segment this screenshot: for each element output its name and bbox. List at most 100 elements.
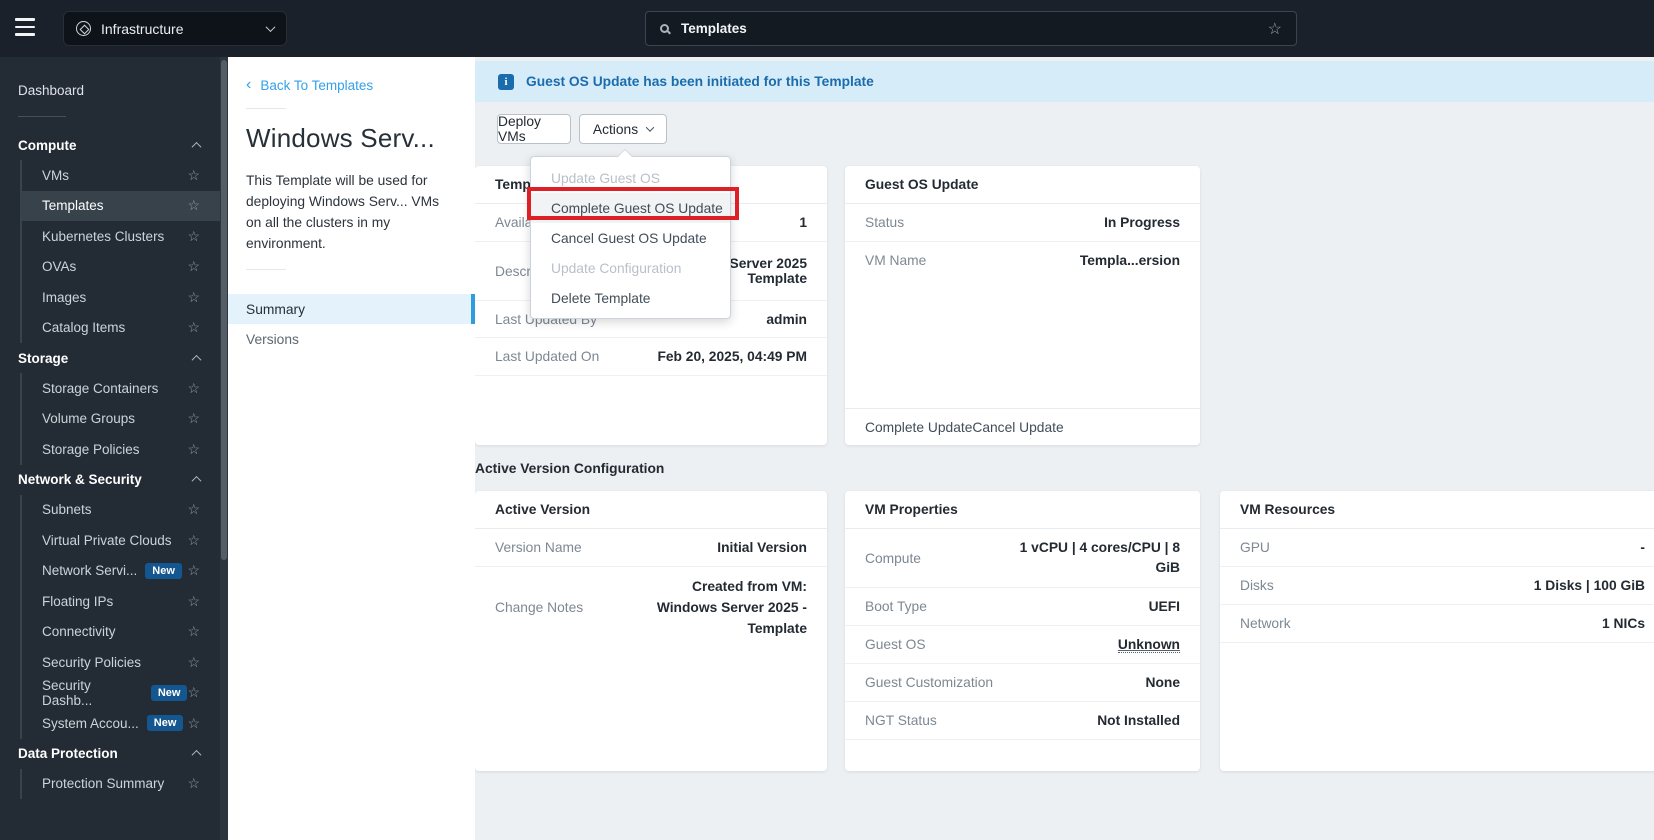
sidebar-item-network-services[interactable]: Network Servi... New ☆: [22, 556, 220, 587]
field-value: 1 Disks | 100 GiB: [1533, 578, 1645, 593]
sidebar-item-security-policies[interactable]: Security Policies ☆: [22, 647, 220, 678]
sidebar-item-volume-groups[interactable]: Volume Groups ☆: [22, 404, 220, 435]
sidebar-item-virtual-private-clouds[interactable]: Virtual Private Clouds ☆: [22, 525, 220, 556]
field-label: Disks: [1240, 578, 1274, 593]
sidebar-item-label: Protection Summary: [42, 776, 165, 792]
section-label: Network & Security: [18, 472, 142, 487]
info-banner: i Guest OS Update has been initiated for…: [475, 61, 1654, 102]
field-value: None: [1145, 675, 1181, 690]
sidebar-item-label: Subnets: [42, 502, 92, 518]
favorite-star-icon[interactable]: ☆: [187, 410, 200, 427]
sidebar-section-storage[interactable]: Storage: [0, 343, 220, 373]
sidebar-item-security-dashboard[interactable]: Security Dashb... New ☆: [22, 678, 220, 709]
sidebar-section-network-security[interactable]: Network & Security: [0, 465, 220, 495]
sidebar-section-data-protection[interactable]: Data Protection: [0, 739, 220, 769]
chevron-up-icon: [191, 749, 202, 760]
sidebar-item-label: Templates: [42, 198, 104, 214]
favorite-star-icon[interactable]: ☆: [187, 197, 200, 214]
favorite-star-icon[interactable]: ☆: [187, 228, 200, 245]
sidebar-item-system-accounts[interactable]: System Accou... New ☆: [22, 708, 220, 739]
menu-item-label: Cancel Guest OS Update: [551, 230, 707, 246]
network-row: Network 1 NICs: [1220, 605, 1654, 643]
field-label: Version Name: [495, 540, 582, 555]
sidebar-item-label: Catalog Items: [42, 320, 126, 336]
chevron-down-icon: [645, 123, 655, 132]
favorite-star-icon[interactable]: ☆: [187, 501, 200, 518]
menu-item-update-guest-os: Update Guest OS: [531, 163, 730, 193]
back-to-templates-link[interactable]: ‹ Back To Templates: [246, 77, 475, 93]
favorite-star-icon[interactable]: ☆: [187, 654, 200, 671]
sidebar-item-label: Storage Containers: [42, 380, 159, 396]
favorite-star-icon[interactable]: ☆: [187, 684, 200, 701]
card-title: VM Properties: [845, 491, 1200, 529]
sidebar-item-storage-policies[interactable]: Storage Policies ☆: [22, 434, 220, 465]
app-switcher-dropdown[interactable]: Infrastructure: [63, 11, 287, 46]
section-title: Active Version Configuration: [475, 461, 665, 476]
sidebar-item-label: System Accou...: [42, 715, 139, 731]
field-label: GPU: [1240, 540, 1270, 555]
guest-os-value[interactable]: Unknown: [1117, 637, 1180, 653]
favorite-star-icon[interactable]: ☆: [187, 441, 200, 458]
tab-versions[interactable]: Versions: [228, 324, 475, 354]
button-label: Deploy VMs: [498, 114, 541, 144]
version-name-row: Version Name Initial Version: [475, 529, 827, 567]
favorite-star-icon[interactable]: ☆: [187, 623, 200, 640]
sidebar-item-floating-ips[interactable]: Floating IPs ☆: [22, 586, 220, 617]
favorite-star-icon[interactable]: ☆: [187, 562, 200, 579]
sidebar-item-label: Volume Groups: [42, 411, 136, 427]
menu-item-delete-template[interactable]: Delete Template: [531, 283, 730, 313]
panel-divider: [246, 108, 286, 109]
sidebar-item-subnets[interactable]: Subnets ☆: [22, 495, 220, 526]
favorite-star-icon[interactable]: ☆: [187, 319, 200, 336]
sidebar-item-ovas[interactable]: OVAs ☆: [22, 252, 220, 283]
favorite-star-icon[interactable]: ☆: [187, 715, 200, 732]
tab-summary[interactable]: Summary: [228, 294, 475, 324]
sidebar-item-connectivity[interactable]: Connectivity ☆: [22, 617, 220, 648]
favorite-star-icon[interactable]: ☆: [187, 167, 200, 184]
scrollbar-thumb[interactable]: [221, 60, 227, 560]
favorite-star-icon[interactable]: ☆: [187, 380, 200, 397]
favorite-star-icon[interactable]: ☆: [187, 775, 200, 792]
complete-update-link[interactable]: Complete Update: [865, 420, 972, 435]
menu-item-cancel-guest-os-update[interactable]: Cancel Guest OS Update: [531, 223, 730, 253]
status-row: Status In Progress: [845, 204, 1200, 242]
sidebar-item-catalog-items[interactable]: Catalog Items ☆: [22, 313, 220, 344]
sidebar-item-dashboard[interactable]: Dashboard: [0, 77, 220, 103]
app-logo-icon: [76, 21, 91, 36]
page-title: Windows Serv...: [246, 123, 435, 153]
new-badge: New: [146, 715, 184, 732]
menu-item-update-configuration: Update Configuration: [531, 253, 730, 283]
entity-panel: ‹ Back To Templates Windows Serv... This…: [228, 57, 475, 840]
card-footer: Complete Update Cancel Update: [845, 408, 1200, 445]
sidebar-item-templates[interactable]: Templates ☆: [22, 190, 220, 221]
menu-item-complete-guest-os-update[interactable]: Complete Guest OS Update: [531, 193, 730, 223]
app-switcher-label: Infrastructure: [101, 20, 184, 37]
global-search-input[interactable]: Templates ☆: [645, 11, 1297, 46]
sidebar-item-storage-containers[interactable]: Storage Containers ☆: [22, 373, 220, 404]
favorite-star-icon[interactable]: ☆: [187, 593, 200, 610]
button-label: Actions: [592, 121, 639, 137]
sidebar-item-images[interactable]: Images ☆: [22, 282, 220, 313]
sidebar-item-kubernetes-clusters[interactable]: Kubernetes Clusters ☆: [22, 221, 220, 252]
favorite-star-icon[interactable]: ☆: [187, 532, 200, 549]
sidebar-item-label: VMs: [42, 167, 69, 183]
sidebar-item-vms[interactable]: VMs ☆: [22, 160, 220, 191]
sidebar-item-label: Dashboard: [18, 82, 85, 98]
actions-button[interactable]: Actions: [579, 114, 667, 144]
sidebar-item-label: OVAs: [42, 259, 77, 275]
field-label: Guest Customization: [865, 675, 994, 690]
sidebar-scrollbar[interactable]: [220, 57, 228, 840]
sidebar-item-label: Virtual Private Clouds: [42, 532, 172, 548]
deploy-vms-button[interactable]: Deploy VMs: [497, 114, 571, 144]
sidebar-section-compute[interactable]: Compute: [0, 130, 220, 160]
field-value: 1: [799, 215, 807, 230]
save-search-star-icon[interactable]: ☆: [1268, 19, 1282, 39]
hamburger-menu-icon[interactable]: [15, 18, 37, 38]
cancel-update-link[interactable]: Cancel Update: [972, 420, 1063, 435]
favorite-star-icon[interactable]: ☆: [187, 289, 200, 306]
vm-properties-card: VM Properties Compute 1 vCPU | 4 cores/C…: [845, 491, 1200, 771]
guest-customization-row: Guest Customization None: [845, 664, 1200, 702]
favorite-star-icon[interactable]: ☆: [187, 258, 200, 275]
panel-divider: [246, 269, 286, 270]
sidebar-item-protection-summary[interactable]: Protection Summary ☆: [22, 769, 220, 800]
